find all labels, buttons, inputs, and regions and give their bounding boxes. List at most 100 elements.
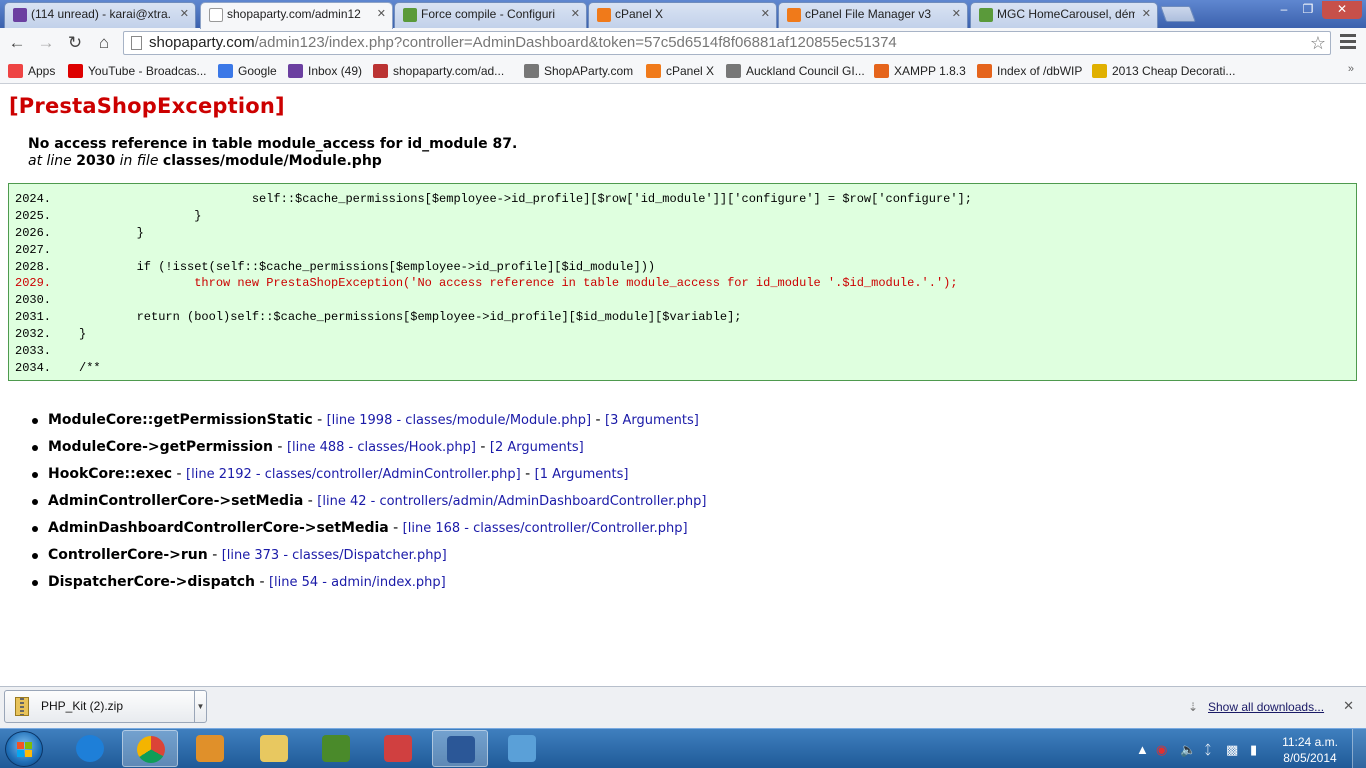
paint-icon bbox=[508, 735, 536, 762]
battery-icon[interactable]: ▮ bbox=[1250, 742, 1257, 758]
bookmark-item[interactable]: YouTube - Broadcas... bbox=[68, 62, 207, 80]
separator: - bbox=[303, 493, 318, 509]
trace-location-link[interactable]: [line 373 - classes/Dispatcher.php] bbox=[222, 548, 447, 563]
taskbar-app[interactable] bbox=[432, 730, 488, 767]
bookmark-item[interactable]: shopaparty.com/ad... bbox=[373, 62, 504, 80]
tab-3[interactable]: cPanel X ✕ bbox=[588, 2, 777, 28]
file-path: classes/module/Module.php bbox=[162, 153, 382, 169]
taskbar-app[interactable] bbox=[182, 730, 238, 767]
taskbar-app[interactable] bbox=[308, 730, 364, 767]
trace-location-link[interactable]: [line 168 - classes/controller/Controlle… bbox=[403, 521, 688, 536]
bookmarks-overflow-icon[interactable]: » bbox=[1348, 63, 1354, 75]
bluetooth-icon[interactable]: ᛨ bbox=[1204, 742, 1212, 757]
show-all-downloads-link[interactable]: ⇣ Show all downloads... bbox=[1188, 700, 1324, 714]
tab-1[interactable]: shopaparty.com/admin12 ✕ bbox=[200, 2, 393, 29]
taskbar-app[interactable] bbox=[122, 730, 178, 767]
trace-function: ModuleCore::getPermissionStatic bbox=[48, 412, 313, 428]
close-window-button[interactable]: ✕ bbox=[1322, 1, 1362, 19]
bookmark-label: 2013 Cheap Decorati... bbox=[1112, 64, 1236, 78]
bookmark-label: cPanel X bbox=[666, 64, 715, 78]
signal-icon[interactable]: ▩ bbox=[1226, 742, 1238, 758]
taskbar-app[interactable] bbox=[494, 730, 550, 767]
shop-icon bbox=[373, 64, 388, 78]
bookmark-item[interactable]: 2013 Cheap Decorati... bbox=[1092, 62, 1235, 80]
show-desktop-button[interactable] bbox=[1352, 729, 1366, 768]
show-hidden-icons-icon[interactable]: ▲ bbox=[1136, 742, 1149, 757]
windows-logo-icon bbox=[17, 742, 32, 757]
download-item[interactable]: PHP_Kit (2).zip ▼ bbox=[4, 690, 207, 723]
back-icon[interactable]: ← bbox=[6, 32, 28, 54]
separator: - bbox=[475, 439, 490, 455]
chevron-down-icon[interactable]: ▼ bbox=[194, 691, 206, 722]
clock-time: 11:24 a.m. bbox=[1282, 735, 1338, 749]
clock[interactable]: 11:24 a.m. 8/05/2014 bbox=[1280, 734, 1340, 766]
browser-toolbar: ← → ↻ ⌂ shopaparty.com/admin123/index.ph… bbox=[0, 28, 1366, 58]
bookmark-item[interactable]: Index of /dbWIP bbox=[977, 62, 1082, 80]
puzzle-icon bbox=[403, 8, 417, 22]
tab-label: (114 unread) - karai@xtra. bbox=[31, 7, 172, 21]
trace-arguments-link[interactable]: [3 Arguments] bbox=[605, 413, 699, 428]
tab-label: cPanel File Manager v3 bbox=[805, 7, 932, 21]
trace-function: ControllerCore->run bbox=[48, 547, 208, 563]
trace-location-link[interactable]: [line 488 - classes/Hook.php] bbox=[287, 440, 476, 455]
trace-location-link[interactable]: [line 1998 - classes/module/Module.php] bbox=[327, 413, 591, 428]
trace-item: HookCore::exec - [line 2192 - classes/co… bbox=[28, 464, 706, 491]
bookmark-item[interactable]: Apps bbox=[8, 62, 55, 80]
tab-close-icon[interactable]: ✕ bbox=[571, 3, 580, 25]
start-button[interactable] bbox=[5, 731, 43, 767]
trace-item: ModuleCore::getPermissionStatic - [line … bbox=[28, 410, 706, 437]
code-line-number: 2031. bbox=[15, 310, 52, 325]
separator: - bbox=[207, 547, 222, 563]
bookmark-label: Apps bbox=[28, 64, 56, 78]
tab-close-icon[interactable]: ✕ bbox=[180, 3, 189, 25]
trace-function: HookCore::exec bbox=[48, 466, 173, 482]
internet-explorer-icon bbox=[76, 735, 104, 762]
trace-item: ControllerCore->run - [line 373 - classe… bbox=[28, 545, 706, 572]
tab-close-icon[interactable]: ✕ bbox=[952, 3, 961, 25]
separator: - bbox=[255, 574, 269, 590]
trace-function: ModuleCore->getPermission bbox=[48, 439, 273, 455]
trace-item: ModuleCore->getPermission - [line 488 - … bbox=[28, 437, 706, 464]
trace-arguments-link[interactable]: [2 Arguments] bbox=[490, 440, 584, 455]
beats-audio-icon[interactable]: ◉ bbox=[1156, 742, 1167, 758]
trace-arguments-link[interactable]: [1 Arguments] bbox=[535, 467, 629, 482]
bookmark-item[interactable]: Google bbox=[218, 62, 277, 80]
tab-2[interactable]: Force compile - Configuri ✕ bbox=[394, 2, 587, 28]
bookmark-star-icon[interactable]: ☆ bbox=[1310, 32, 1326, 54]
tab-0[interactable]: (114 unread) - karai@xtra. ✕ bbox=[4, 2, 196, 28]
forward-icon[interactable]: → bbox=[35, 32, 57, 54]
bookmark-item[interactable]: Auckland Council GI... bbox=[726, 62, 865, 80]
tab-close-icon[interactable]: ✕ bbox=[1142, 3, 1151, 25]
code-line: 2032.} bbox=[15, 326, 1350, 343]
code-line: 2031. return (bool)self::$cache_permissi… bbox=[15, 309, 1350, 326]
trace-location-link[interactable]: [line 2192 - classes/controller/AdminCon… bbox=[186, 467, 521, 482]
clock-date: 8/05/2014 bbox=[1283, 751, 1337, 765]
url-host: shopaparty.com bbox=[149, 34, 255, 51]
new-tab-button[interactable] bbox=[1160, 6, 1196, 22]
taskbar-app[interactable] bbox=[62, 730, 118, 767]
tab-close-icon[interactable]: ✕ bbox=[377, 3, 386, 25]
minimize-button[interactable]: – bbox=[1272, 1, 1296, 19]
speaker-icon[interactable]: 🔈 bbox=[1180, 742, 1196, 758]
tab-4[interactable]: cPanel File Manager v3 ✕ bbox=[778, 2, 968, 28]
address-bar[interactable]: shopaparty.com/admin123/index.php?contro… bbox=[123, 31, 1331, 55]
url-path: /admin123/index.php?controller=AdminDash… bbox=[254, 34, 897, 51]
tab-5[interactable]: MGC HomeCarousel, dém ✕ bbox=[970, 2, 1158, 28]
home-icon[interactable]: ⌂ bbox=[93, 32, 115, 54]
code-line-number: 2032. bbox=[15, 327, 52, 342]
chrome-menu-icon[interactable] bbox=[1340, 34, 1356, 52]
trace-location-link[interactable]: [line 54 - admin/index.php] bbox=[269, 575, 446, 590]
bookmark-label: ShopAParty.com bbox=[544, 64, 634, 78]
bookmark-item[interactable]: cPanel X bbox=[646, 62, 714, 80]
separator: - bbox=[312, 412, 327, 428]
taskbar-app[interactable] bbox=[246, 730, 302, 767]
maximize-button[interactable]: ❐ bbox=[1296, 1, 1320, 19]
reload-icon[interactable]: ↻ bbox=[64, 32, 86, 54]
bookmark-item[interactable]: ShopAParty.com bbox=[524, 62, 633, 80]
bookmark-item[interactable]: XAMPP 1.8.3 bbox=[874, 62, 966, 80]
taskbar-app[interactable] bbox=[370, 730, 426, 767]
close-icon[interactable]: ✕ bbox=[1343, 698, 1354, 714]
bookmark-item[interactable]: Inbox (49) bbox=[288, 62, 362, 80]
tab-close-icon[interactable]: ✕ bbox=[761, 3, 770, 25]
trace-location-link[interactable]: [line 42 - controllers/admin/AdminDashbo… bbox=[317, 494, 706, 509]
